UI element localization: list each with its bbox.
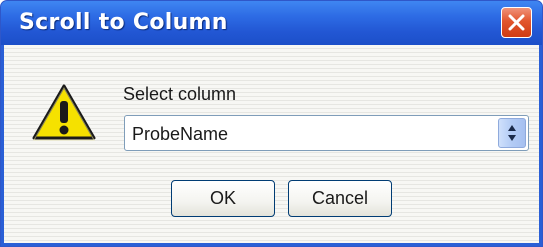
dropdown-button[interactable] (498, 118, 526, 148)
dialog-title: Scroll to Column (19, 10, 228, 35)
ok-button[interactable]: OK (171, 180, 275, 217)
column-select[interactable]: ProbeName (124, 115, 529, 151)
dialog-window: Scroll to Column Select column ProbeName (0, 0, 543, 247)
updown-arrows-icon (508, 125, 516, 141)
warning-icon (32, 84, 96, 141)
close-button[interactable] (501, 7, 532, 38)
dialog-body: Select column ProbeName OK Cancel (4, 45, 539, 243)
cancel-button[interactable]: Cancel (288, 180, 392, 217)
close-icon (508, 14, 525, 31)
title-bar[interactable]: Scroll to Column (1, 1, 542, 45)
column-select-value: ProbeName (132, 124, 229, 144)
select-column-label: Select column (123, 84, 237, 104)
